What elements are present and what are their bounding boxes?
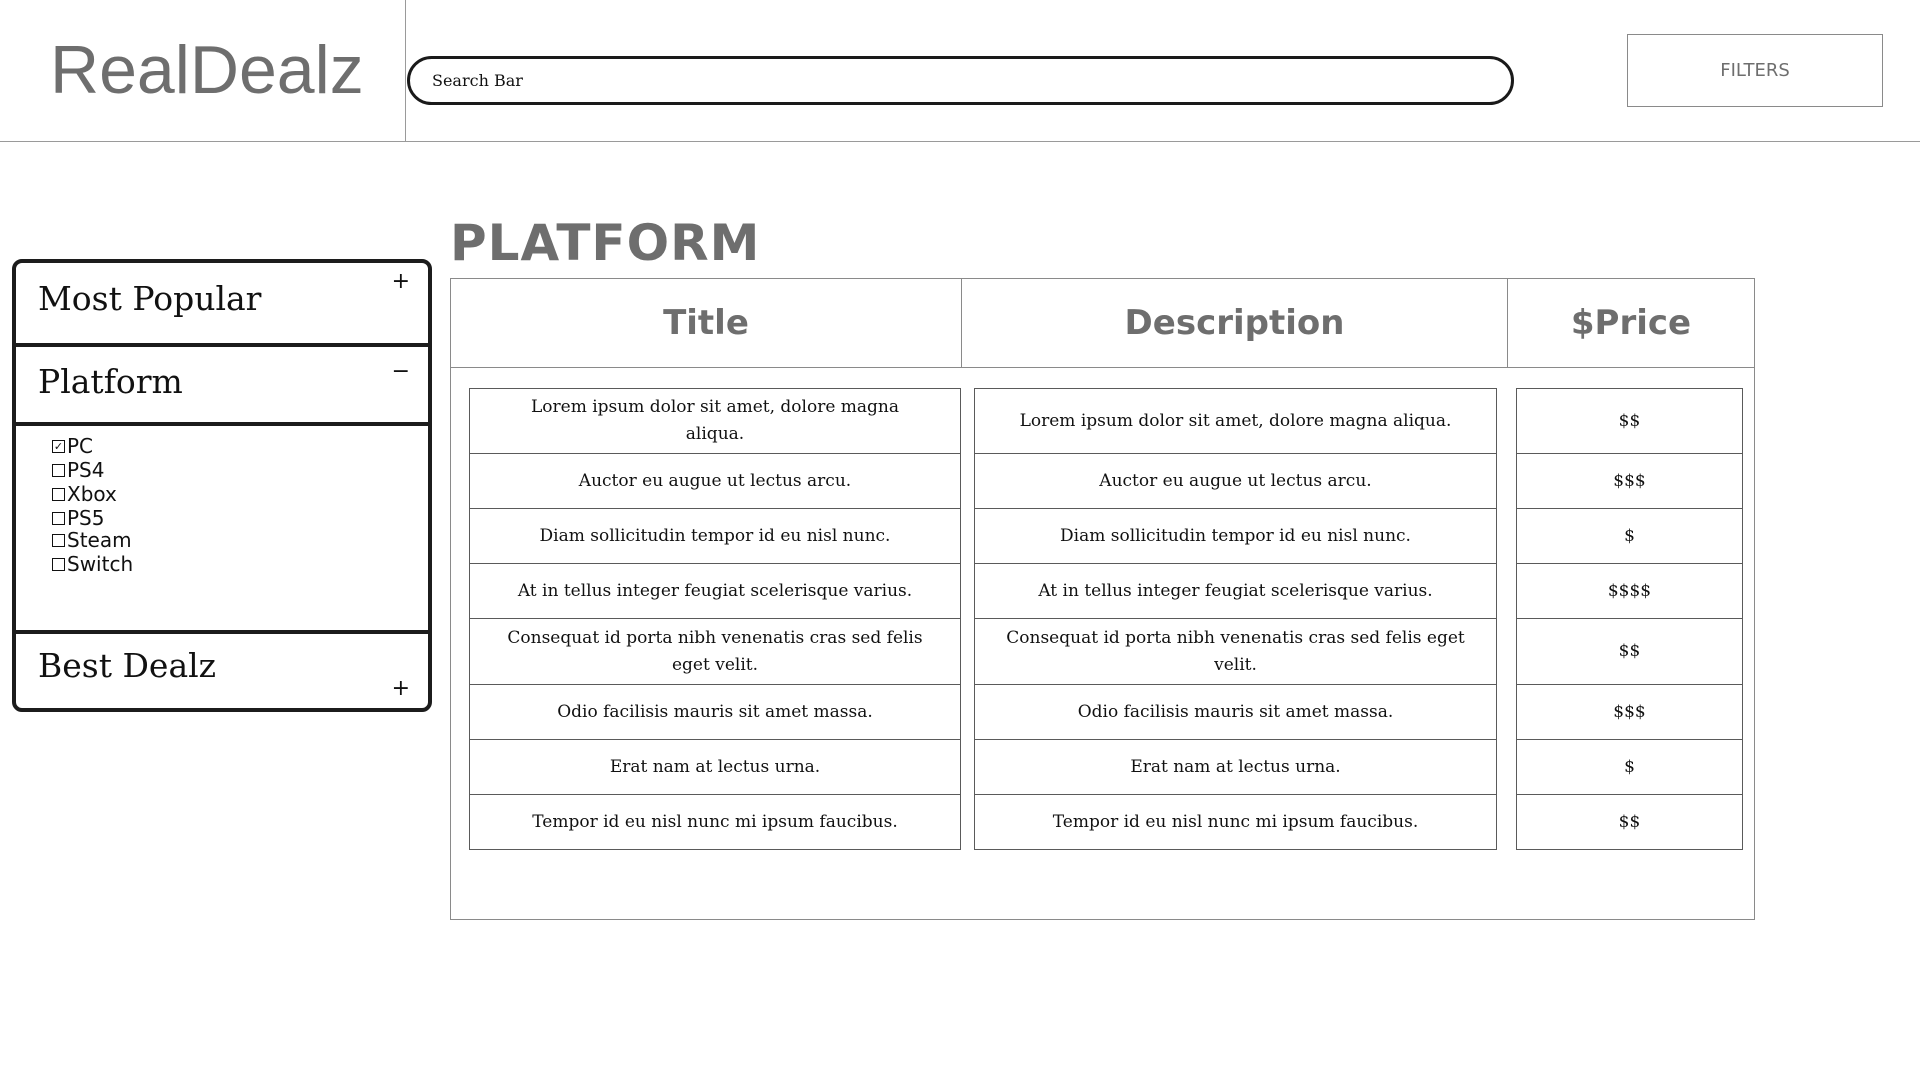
price-cell: $$ <box>1517 619 1742 685</box>
accordion-label: Platform <box>38 362 183 401</box>
platform-checkbox-item[interactable]: PS4 <box>52 458 104 482</box>
accordion-most-popular[interactable]: Most Popular + <box>16 263 428 343</box>
top-header: RealDealz FILTERS <box>0 0 1920 142</box>
price-cell: $$$ <box>1517 454 1742 509</box>
price-cell: $ <box>1517 740 1742 795</box>
collapse-icon[interactable]: − <box>392 359 410 384</box>
accordion-platform[interactable]: Platform − <box>16 347 428 423</box>
page-title: PLATFORM <box>450 214 761 272</box>
accordion-label: Most Popular <box>38 279 262 318</box>
deals-table: Title Description $Price Lorem ipsum dol… <box>450 278 1755 920</box>
description-cell: Odio facilisis mauris sit amet massa. <box>975 685 1496 740</box>
title-cell[interactable]: At in tellus integer feugiat scelerisque… <box>470 564 960 619</box>
platform-label: Steam <box>67 528 132 552</box>
title-cell[interactable]: Diam sollicitudin tempor id eu nisl nunc… <box>470 509 960 564</box>
platform-checkbox-item[interactable]: Steam <box>52 528 132 552</box>
sidebar-accordion: Most Popular + Platform − ✓ PC PS4 Xbox PS5 S… <box>12 259 432 712</box>
column-header-description[interactable]: Description <box>962 279 1507 367</box>
platform-checkbox-item[interactable]: Switch <box>52 552 133 576</box>
platform-checkbox-item[interactable]: ✓ PC <box>52 434 93 458</box>
title-cell[interactable]: Auctor eu augue ut lectus arcu. <box>470 454 960 509</box>
price-cell: $$ <box>1517 389 1742 454</box>
search-input[interactable] <box>432 71 1404 90</box>
platform-filter-list: ✓ PC PS4 Xbox PS5 Steam Switch <box>52 434 352 584</box>
platform-label: Xbox <box>67 482 117 506</box>
expand-icon[interactable]: + <box>392 676 410 701</box>
platform-label: PS5 <box>67 506 105 530</box>
expand-icon[interactable]: + <box>392 269 410 294</box>
title-cell[interactable]: Tempor id eu nisl nunc mi ipsum faucibus… <box>470 795 960 849</box>
checkbox-icon[interactable] <box>52 463 65 477</box>
checkbox-icon[interactable] <box>52 511 65 525</box>
description-cell: Consequat id porta nibh venenatis cras s… <box>975 619 1496 685</box>
search-bar[interactable] <box>407 56 1514 105</box>
filters-button[interactable]: FILTERS <box>1627 34 1883 107</box>
price-cell: $$$$ <box>1517 564 1742 619</box>
platform-label: Switch <box>67 552 134 576</box>
accordion-best-dealz[interactable]: Best Dealz + <box>16 634 428 708</box>
header-divider <box>405 0 406 141</box>
platform-checkbox-item[interactable]: Xbox <box>52 482 117 506</box>
description-cell: At in tellus integer feugiat scelerisque… <box>975 564 1496 619</box>
description-cell: Diam sollicitudin tempor id eu nisl nunc… <box>975 509 1496 564</box>
column-header-title[interactable]: Title <box>451 279 961 367</box>
title-cell[interactable]: Odio facilisis mauris sit amet massa. <box>470 685 960 740</box>
description-column: Lorem ipsum dolor sit amet, dolore magna… <box>974 388 1497 850</box>
title-column: Lorem ipsum dolor sit amet, dolore magna… <box>469 388 961 850</box>
title-cell[interactable]: Erat nam at lectus urna. <box>470 740 960 795</box>
logo: RealDealz <box>50 32 364 108</box>
platform-label: PS4 <box>67 458 105 482</box>
accordion-label: Best Dealz <box>38 646 217 685</box>
accordion-divider <box>12 422 432 426</box>
platform-checkbox-item[interactable]: PS5 <box>52 506 104 530</box>
price-cell: $ <box>1517 509 1742 564</box>
checkbox-icon[interactable] <box>52 557 65 571</box>
description-cell: Tempor id eu nisl nunc mi ipsum faucibus… <box>1052 811 1419 832</box>
description-cell: Auctor eu augue ut lectus arcu. <box>975 454 1496 509</box>
description-cell: Lorem ipsum dolor sit amet, dolore magna… <box>975 389 1496 454</box>
price-cell: $$$ <box>1517 685 1742 740</box>
table-header-row: Title Description $Price <box>451 279 1754 368</box>
title-cell[interactable]: Consequat id porta nibh venenatis cras s… <box>470 619 960 685</box>
price-column: $$ $$$ $ $$$$ $$ $$$ $ $$ <box>1516 388 1743 850</box>
checkbox-icon[interactable] <box>52 533 65 547</box>
platform-label: PC <box>67 434 94 458</box>
price-cell: $$ <box>1618 811 1641 832</box>
checkbox-icon[interactable] <box>52 487 65 501</box>
description-cell: Erat nam at lectus urna. <box>975 740 1496 795</box>
checkbox-checked-icon[interactable]: ✓ <box>52 439 65 453</box>
title-cell[interactable]: Lorem ipsum dolor sit amet, dolore magna… <box>470 389 960 454</box>
column-header-price[interactable]: $Price <box>1508 279 1754 367</box>
